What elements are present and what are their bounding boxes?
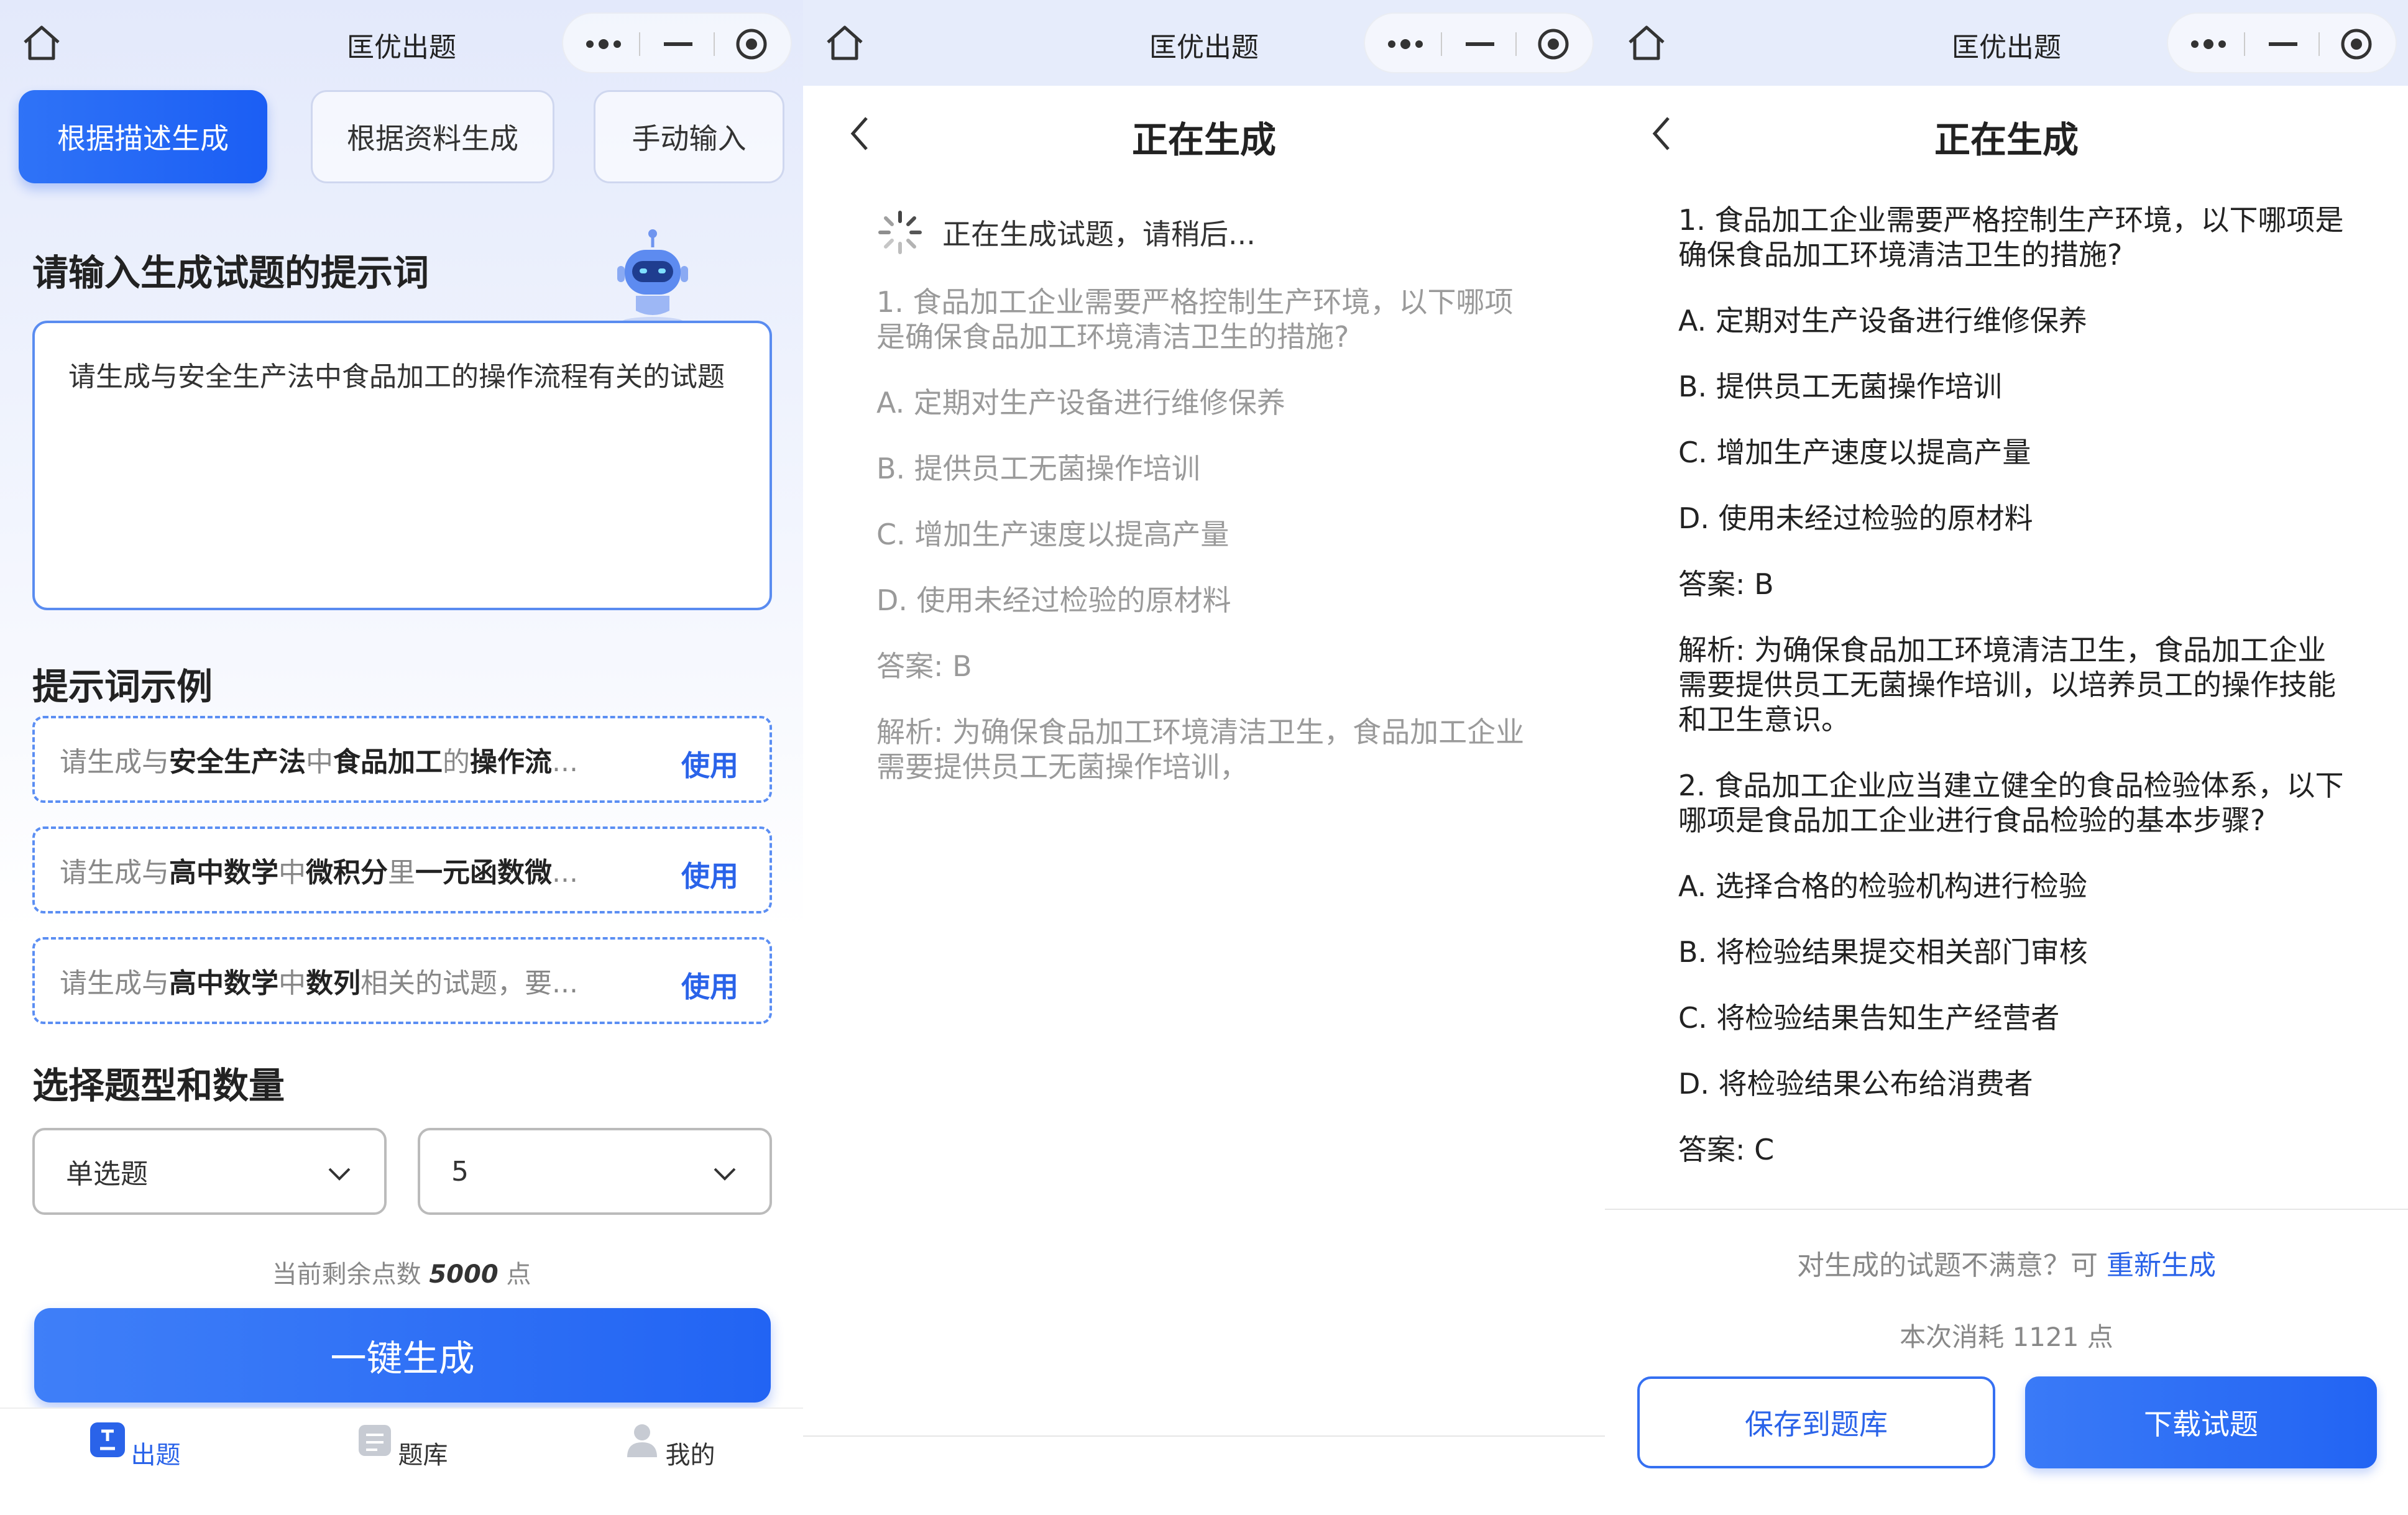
option-d: D. 使用未经过检验的原材料 <box>876 584 1231 617</box>
loading-indicator: 正在生成试题，请稍后... <box>876 209 1256 256</box>
mini-program-topbar: 匡优出题 <box>1605 0 2408 86</box>
close-miniprogram-icon[interactable] <box>1519 14 1588 75</box>
robot-icon <box>617 229 688 327</box>
explanation: 解析: 为确保食品加工环境清洁卫生，食品加工企业需要提供员工无菌操作培训， <box>876 715 1525 784</box>
explanation: 解析: 为确保食品加工环境清洁卫生，食品加工企业需要提供员工无菌操作培训，以培养… <box>1678 633 2336 736</box>
mini-program-topbar: 匡优出题 <box>0 0 803 86</box>
close-miniprogram-icon[interactable] <box>2322 14 2391 75</box>
examples-heading: 提示词示例 <box>32 666 213 708</box>
generating-content: 1. 食品加工企业需要严格控制生产环境，以下哪项是确保食品加工环境清洁卫生的措施… <box>876 285 1529 815</box>
use-example-button[interactable]: 使用 <box>681 743 738 784</box>
answer: 答案: B <box>876 649 972 683</box>
points-cost: 本次消耗 1121 点 <box>1900 1322 2113 1352</box>
tab-manual-input[interactable]: 手动输入 <box>594 90 784 183</box>
question-text: 2. 食品加工企业应当建立健全的食品检验体系，以下哪项是食品加工企业进行食品检验… <box>1678 769 2344 837</box>
question-count-select[interactable]: 5 <box>418 1128 772 1215</box>
question-bank-icon <box>359 1425 392 1456</box>
more-icon[interactable] <box>1371 14 1440 75</box>
use-example-button[interactable]: 使用 <box>681 854 738 895</box>
prompt-heading: 请输入生成试题的提示词 <box>32 252 430 294</box>
save-to-bank-button[interactable]: 保存到题库 <box>1637 1376 1995 1468</box>
question-text: 1. 食品加工企业需要严格控制生产环境，以下哪项是确保食品加工环境清洁卫生的措施… <box>1678 203 2344 272</box>
capsule-menu <box>1364 12 1594 73</box>
minimize-icon[interactable] <box>1446 14 1514 75</box>
answer: 答案: B <box>1678 567 1774 601</box>
home-icon[interactable] <box>824 24 865 62</box>
prompt-textarea[interactable]: 请生成与安全生产法中食品加工的操作流程有关的试题 <box>32 321 772 610</box>
option-c: C. 将检验结果告知生产经营者 <box>1678 1001 2060 1035</box>
answer: 答案: C <box>1678 1133 1775 1166</box>
example-text: 请生成与高中数学中数列相关的试题，要... <box>60 968 578 999</box>
more-icon[interactable] <box>569 14 638 75</box>
option-d: D. 使用未经过检验的原材料 <box>1678 501 2033 535</box>
option-c: C. 增加生产速度以提高产量 <box>1678 436 2031 469</box>
home-icon[interactable] <box>1626 24 1667 62</box>
mini-program-topbar: 匡优出题 <box>803 0 1605 86</box>
profile-icon <box>627 1424 658 1457</box>
option-b: B. 将检验结果提交相关部门审核 <box>1678 935 2088 969</box>
option-b: B. 提供员工无菌操作培训 <box>876 452 1200 485</box>
option-a: A. 定期对生产设备进行维修保养 <box>1678 304 2087 337</box>
option-a: A. 定期对生产设备进行维修保养 <box>876 386 1285 419</box>
divider <box>803 1435 1605 1437</box>
home-icon[interactable] <box>21 24 62 62</box>
chevron-down-icon <box>714 1168 736 1181</box>
prompt-example-3: 请生成与高中数学中数列相关的试题，要... 使用 <box>32 937 772 1024</box>
bottom-tabbar: 出题 题库 我的 <box>0 1407 803 1515</box>
spinner-icon <box>878 211 922 254</box>
question-type-select[interactable]: 单选题 <box>32 1128 387 1215</box>
prompt-example-2: 请生成与高中数学中微积分里一元函数微... 使用 <box>32 826 772 913</box>
page-title: 正在生成 <box>1934 119 2079 161</box>
option-c: C. 增加生产速度以提高产量 <box>876 518 1229 551</box>
mode-tabs: 根据描述生成 根据资料生成 手动输入 <box>19 90 784 183</box>
screen-generate-by-description: 匡优出题 根据描述生成 根据资料生成 手动输入 请输入生成试题的提示词 请生成与… <box>0 0 803 1515</box>
more-icon[interactable] <box>2174 14 2243 75</box>
tab-by-material[interactable]: 根据资料生成 <box>311 90 554 183</box>
tab-by-description[interactable]: 根据描述生成 <box>19 90 267 183</box>
tabbar-item-bank[interactable]: 题库 <box>339 1420 464 1471</box>
download-questions-button[interactable]: 下载试题 <box>2025 1376 2377 1468</box>
remaining-points: 当前剩余点数 5000 点 <box>272 1260 531 1289</box>
capsule-menu <box>2167 12 2397 73</box>
question-type-value: 单选题 <box>66 1158 148 1190</box>
option-b: B. 提供员工无菌操作培训 <box>1678 370 2002 403</box>
capsule-menu <box>562 12 792 73</box>
example-text: 请生成与安全生产法中食品加工的操作流... <box>60 746 578 778</box>
page-title: 正在生成 <box>1131 119 1276 161</box>
example-text: 请生成与高中数学中微积分里一元函数微... <box>60 857 578 889</box>
tabbar-item-profile[interactable]: 我的 <box>607 1420 731 1471</box>
question-text: 1. 食品加工企业需要严格控制生产环境，以下哪项是确保食品加工环境清洁卫生的措施… <box>876 285 1514 354</box>
prompt-example-1: 请生成与安全生产法中食品加工的操作流... 使用 <box>32 716 772 803</box>
use-example-button[interactable]: 使用 <box>681 964 738 1005</box>
type-count-heading: 选择题型和数量 <box>32 1064 285 1107</box>
regenerate-link[interactable]: 重新生成 <box>2107 1250 2216 1281</box>
one-click-generate-button[interactable]: 一键生成 <box>34 1308 771 1403</box>
generated-questions: 1. 食品加工企业需要严格控制生产环境，以下哪项是确保食品加工环境清洁卫生的措施… <box>1678 203 2350 1198</box>
screen-generating: 匡优出题 正在生成 正在生成试题，请稍后... 1. 食品加工企业需要严格控制生… <box>803 0 1605 1515</box>
loading-text: 正在生成试题，请稍后... <box>942 217 1256 251</box>
regenerate-prompt: 对生成的试题不满意？可 重新生成 <box>1797 1250 2216 1281</box>
option-a: A. 选择合格的检验机构进行检验 <box>1678 869 2087 903</box>
create-question-icon <box>90 1422 126 1457</box>
chevron-down-icon <box>328 1168 351 1181</box>
option-d: D. 将检验结果公布给消费者 <box>1678 1067 2033 1101</box>
screen-generated-result: 匡优出题 正在生成 1. 食品加工企业需要严格控制生产环境，以下哪项是确保食品加… <box>1605 0 2408 1515</box>
minimize-icon[interactable] <box>644 14 712 75</box>
close-miniprogram-icon[interactable] <box>717 14 786 75</box>
tabbar-item-create[interactable]: 出题 <box>72 1420 196 1471</box>
minimize-icon[interactable] <box>2249 14 2317 75</box>
question-count-value: 5 <box>451 1155 469 1188</box>
